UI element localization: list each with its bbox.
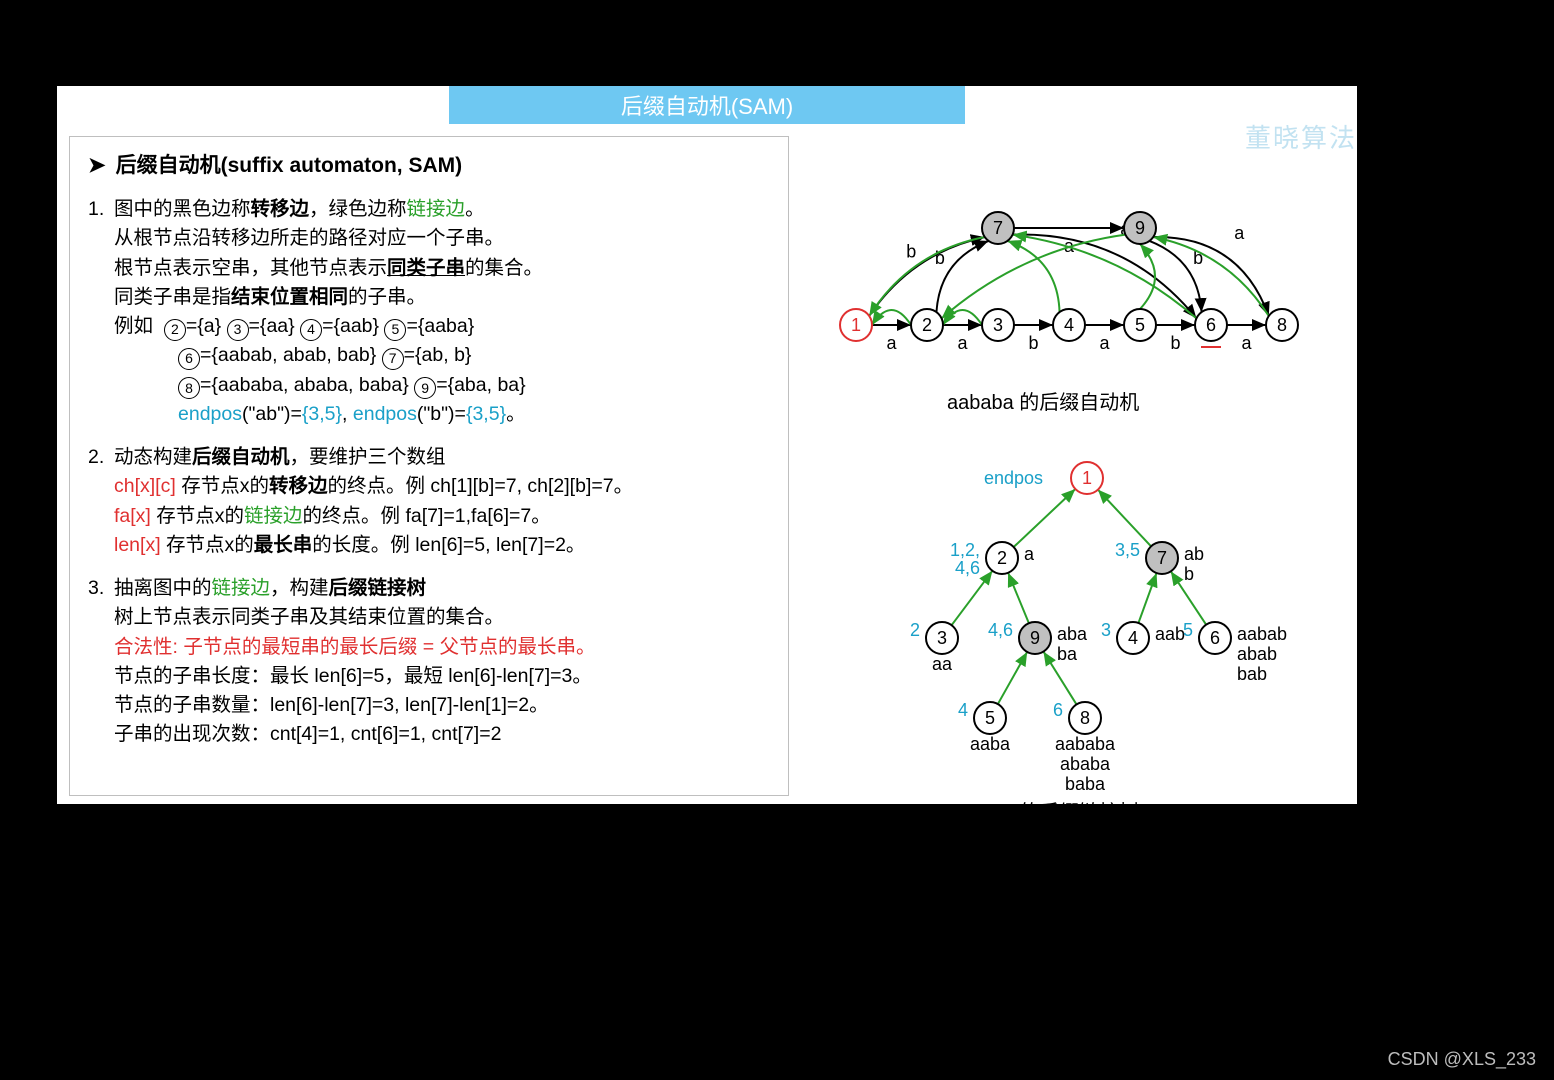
svg-text:aa: aa [932,654,953,674]
svg-text:aababa: aababa [1055,734,1116,754]
section-2: 2.动态构建后缀自动机，要维护三个数组 ch[x][c] 存节点x的转移边的终点… [88,443,770,560]
svg-text:b: b [1184,564,1194,584]
sam-caption: aababa 的后缀自动机 [947,386,1139,415]
svg-text:9: 9 [1030,628,1040,648]
svg-text:7: 7 [993,218,1003,238]
svg-text:aab: aab [1155,624,1185,644]
svg-text:a: a [1234,223,1245,243]
svg-text:5: 5 [1135,315,1145,335]
sam-diagram: aabababbabaa123456789 [817,136,1337,376]
diagram-area: aabababbabaa123456789 aababa 的后缀自动机 endp… [817,136,1347,796]
svg-text:ba: ba [1057,644,1078,664]
svg-text:ababa: ababa [1060,754,1111,774]
svg-text:a: a [1241,333,1252,353]
svg-text:4,6: 4,6 [988,620,1013,640]
svg-text:4: 4 [958,700,968,720]
svg-text:b: b [906,241,916,261]
svg-text:ab: ab [1184,544,1204,564]
svg-text:1: 1 [851,315,861,335]
text-panel: 后缀自动机(suffix automaton, SAM) 1.图中的黑色边称转移… [69,136,789,796]
svg-text:6: 6 [1210,628,1220,648]
svg-text:baba: baba [1065,774,1106,794]
svg-text:3: 3 [993,315,1003,335]
svg-text:a: a [886,333,897,353]
svg-text:abab: abab [1237,644,1277,664]
svg-text:2: 2 [910,620,920,640]
section-1: 1.图中的黑色边称转移边，绿色边称链接边。 从根节点沿转移边所走的路径对应一个子… [88,195,770,429]
svg-text:3,5: 3,5 [1115,540,1140,560]
svg-text:4: 4 [1064,315,1074,335]
svg-text:4: 4 [1128,628,1138,648]
svg-text:a: a [1024,544,1035,564]
tree-caption: aababa 的后缀链接树 [947,796,1139,825]
svg-text:1: 1 [1082,468,1092,488]
svg-text:b: b [1170,333,1180,353]
svg-text:8: 8 [1277,315,1287,335]
slide: 后缀自动机(SAM) 董晓算法 后缀自动机(suffix automaton, … [57,86,1357,804]
svg-text:aaba: aaba [970,734,1011,754]
svg-text:a: a [1099,333,1110,353]
svg-text:3: 3 [1101,620,1111,640]
svg-text:8: 8 [1080,708,1090,728]
svg-text:5: 5 [985,708,995,728]
csdn-watermark: CSDN @XLS_233 [1388,1049,1536,1070]
svg-text:endpos: endpos [984,468,1043,488]
svg-text:6: 6 [1053,700,1063,720]
svg-text:1,2,: 1,2, [950,540,980,560]
heading: 后缀自动机(suffix automaton, SAM) [88,149,770,179]
svg-text:2: 2 [997,548,1007,568]
tree-diagram: endpos121,2,4,6a73,5abb32aa94,6ababa43aa… [827,436,1347,796]
svg-text:2: 2 [922,315,932,335]
svg-text:7: 7 [1157,548,1167,568]
svg-text:b: b [1028,333,1038,353]
section-3: 3.抽离图中的链接边，构建后缀链接树 树上节点表示同类子串及其结束位置的集合。 … [88,574,770,750]
svg-text:9: 9 [1135,218,1145,238]
svg-text:aabab: aabab [1237,624,1287,644]
title-bar: 后缀自动机(SAM) [449,86,965,124]
svg-text:aba: aba [1057,624,1088,644]
svg-text:a: a [957,333,968,353]
svg-text:4,6: 4,6 [955,558,980,578]
svg-text:bab: bab [1237,664,1267,684]
svg-text:3: 3 [937,628,947,648]
svg-text:6: 6 [1206,315,1216,335]
svg-text:5: 5 [1183,620,1193,640]
